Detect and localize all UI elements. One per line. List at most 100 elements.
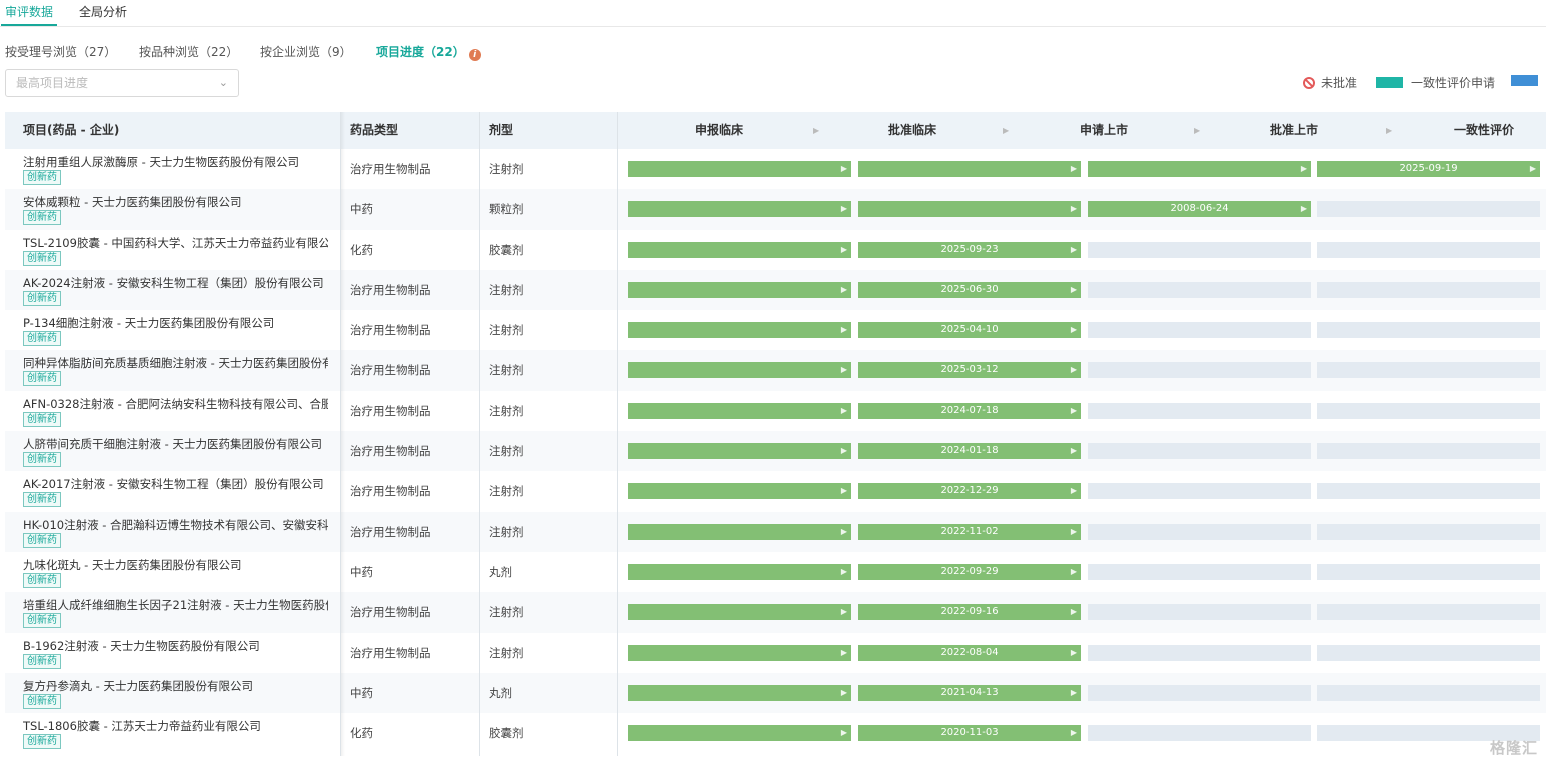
subtab-by-company[interactable]: 按企业浏览（9） xyxy=(260,43,352,60)
project-name[interactable]: P-134细胞注射液 - 天士力医药集团股份有限公司 xyxy=(23,315,328,331)
stage-bar[interactable]: 2022-11-02 xyxy=(858,523,1081,540)
stage-bar[interactable] xyxy=(628,483,851,500)
stage-bar[interactable] xyxy=(628,443,851,460)
stage-bar[interactable] xyxy=(1317,604,1540,621)
stage-bar[interactable]: 2024-01-18 xyxy=(858,443,1081,460)
tab-global-analysis[interactable]: 全局分析 xyxy=(79,3,127,20)
table-row[interactable]: P-134细胞注射液 - 天士力医药集团股份有限公司创新药 治疗用生物制品 注射剂 2… xyxy=(5,310,1546,350)
table-row[interactable]: 注射用重组人尿激酶原 - 天士力生物医药股份有限公司创新药 治疗用生物制品 注射剂 2… xyxy=(5,149,1546,189)
stage-bar[interactable]: 2024-07-18 xyxy=(858,402,1081,419)
subtab-by-variety[interactable]: 按品种浏览（22） xyxy=(139,43,238,60)
project-name[interactable]: 九味化斑丸 - 天士力医药集团股份有限公司 xyxy=(23,557,328,573)
stage-bar[interactable] xyxy=(628,563,851,580)
project-name[interactable]: 同种异体脂肪间充质基质细胞注射液 - 天士力医药集团股份有限公司 xyxy=(23,355,328,371)
stage-bar[interactable] xyxy=(1088,362,1311,379)
table-row[interactable]: AK-2024注射液 - 安徽安科生物工程（集团）股份有限公司 创新药 治疗用生物制… xyxy=(5,269,1546,311)
project-name[interactable]: TSL-1806胶囊 - 江苏天士力帝益药业有限公司 xyxy=(23,718,328,734)
stage-bar[interactable] xyxy=(858,201,1081,218)
stage-bar[interactable] xyxy=(1088,563,1311,580)
stage-bar[interactable]: 2021-04-13 xyxy=(858,684,1081,701)
stage-bar[interactable] xyxy=(1317,201,1540,218)
project-name[interactable]: AK-2017注射液 - 安徽安科生物工程（集团）股份有限公司 xyxy=(23,476,328,492)
table-row[interactable]: 同种异体脂肪间充质基质细胞注射液 - 天士力医药集团股份有限公司创新药 治疗用生物… xyxy=(5,350,1546,391)
stage-bar[interactable]: 2025-06-30 xyxy=(858,281,1081,298)
tab-review-data[interactable]: 审评数据 xyxy=(0,3,58,26)
stage-bar[interactable]: 2022-09-16 xyxy=(858,604,1081,621)
stage-bar[interactable]: 2025-09-19 xyxy=(1317,161,1540,177)
table-row[interactable]: 安体威颗粒 - 天士力医药集团股份有限公司创新药 中药 颗粒剂 2008-06-24 xyxy=(5,189,1546,230)
stage-bar[interactable] xyxy=(1317,322,1540,339)
table-row[interactable]: 人脐带间充质干细胞注射液 - 天士力医药集团股份有限公司 创新药 治疗用生物制品 注射… xyxy=(5,431,1546,472)
table-row[interactable]: AK-2017注射液 - 安徽安科生物工程（集团）股份有限公司 创新药 治疗用生物制… xyxy=(5,471,1546,511)
stage-bar[interactable] xyxy=(628,402,851,419)
project-name[interactable]: HK-010注射液 - 合肥瀚科迈博生物技术有限公司、安徽安科 xyxy=(23,517,328,533)
stage-bar[interactable] xyxy=(1317,362,1540,379)
stage-bar[interactable]: 2025-09-23 xyxy=(858,241,1081,258)
table-row[interactable]: 九味化斑丸 - 天士力医药集团股份有限公司创新药 中药 丸剂 2022-09-29 xyxy=(5,552,1546,592)
stage-bar[interactable] xyxy=(1317,443,1540,460)
stage-bar[interactable] xyxy=(628,241,851,258)
stage-bar[interactable] xyxy=(1088,725,1311,742)
stage-bar[interactable] xyxy=(1088,161,1311,177)
max-progress-select[interactable]: 最高项目进度 ⌄ xyxy=(5,69,239,97)
stage-bar[interactable] xyxy=(1088,604,1311,621)
stage-bar[interactable]: 2022-08-04 xyxy=(858,644,1081,661)
project-name[interactable]: 注射用重组人尿激酶原 - 天士力生物医药股份有限公司 xyxy=(23,154,328,170)
stage-bar[interactable]: 2025-03-12 xyxy=(858,362,1081,379)
stage-bar[interactable] xyxy=(628,604,851,621)
project-name[interactable]: AFN-0328注射液 - 合肥阿法纳安科生物科技有限公司、合肥 xyxy=(23,396,328,412)
stage-bar[interactable] xyxy=(1317,644,1540,661)
stage-bar[interactable] xyxy=(1317,523,1540,540)
subtab-by-acceptance-number[interactable]: 按受理号浏览（27） xyxy=(5,43,116,60)
table-row[interactable]: 培重组人成纤维细胞生长因子21注射液 - 天士力生物医药股份有限公司创新药 治疗用… xyxy=(5,592,1546,633)
table-row[interactable]: TSL-1806胶囊 - 江苏天士力帝益药业有限公司创新药 化药 胶囊剂 2020-1… xyxy=(5,713,1546,753)
table-row[interactable]: TSL-2109胶囊 - 中国药科大学、江苏天士力帝益药业有限公司 创新药 化药 胶囊… xyxy=(5,230,1546,270)
stage-bar[interactable] xyxy=(1088,402,1311,419)
stage-bar[interactable] xyxy=(628,644,851,661)
stage-bar[interactable]: 2022-12-29 xyxy=(858,483,1081,500)
stage-bar[interactable] xyxy=(858,161,1081,177)
stage-bar[interactable] xyxy=(1317,281,1540,298)
stage-bar[interactable] xyxy=(1088,644,1311,661)
table-row[interactable]: 复方丹参滴丸 - 天士力医药集团股份有限公司创新药 中药 丸剂 2021-04-13 xyxy=(5,672,1546,714)
stage-bar[interactable]: 2022-09-29 xyxy=(858,563,1081,580)
stage-bar[interactable] xyxy=(1088,443,1311,460)
stage-bar[interactable] xyxy=(1317,684,1540,701)
stage-bar[interactable] xyxy=(628,201,851,218)
stage-bar[interactable] xyxy=(628,684,851,701)
project-name[interactable]: 人脐带间充质干细胞注射液 - 天士力医药集团股份有限公司 xyxy=(23,436,328,452)
stage-bar[interactable] xyxy=(1317,241,1540,258)
project-name[interactable]: 安体威颗粒 - 天士力医药集团股份有限公司 xyxy=(23,194,328,210)
stage-bar[interactable] xyxy=(628,322,851,339)
table-row[interactable]: HK-010注射液 - 合肥瀚科迈博生物技术有限公司、安徽安科 创新药 治疗用生物制… xyxy=(5,511,1546,552)
stage-bar[interactable]: 2025-04-10 xyxy=(858,322,1081,339)
stage-bar[interactable] xyxy=(1088,483,1311,500)
stage-bar[interactable] xyxy=(1317,563,1540,580)
stage-bar[interactable]: 2008-06-24 xyxy=(1088,201,1311,218)
stage-bar[interactable] xyxy=(1088,523,1311,540)
stage-bar[interactable] xyxy=(1088,281,1311,298)
project-name[interactable]: B-1962注射液 - 天士力生物医药股份有限公司 xyxy=(23,638,328,654)
project-name[interactable]: AK-2024注射液 - 安徽安科生物工程（集团）股份有限公司 xyxy=(23,275,328,291)
table-row[interactable]: B-1962注射液 - 天士力生物医药股份有限公司创新药 治疗用生物制品 注射剂 20… xyxy=(5,633,1546,673)
stage-bar[interactable] xyxy=(1088,241,1311,258)
subtab-project-progress[interactable]: 项目进度（22） i xyxy=(376,43,481,61)
stage-bar[interactable] xyxy=(628,281,851,298)
dosage-form-cell: 注射剂 xyxy=(489,323,524,338)
project-name[interactable]: 培重组人成纤维细胞生长因子21注射液 - 天士力生物医药股份有限公司 xyxy=(23,597,328,613)
stage-bar[interactable] xyxy=(1317,402,1540,419)
stage-bar[interactable] xyxy=(1088,322,1311,339)
project-name[interactable]: 复方丹参滴丸 - 天士力医药集团股份有限公司 xyxy=(23,678,328,694)
top-tab-bar: 审评数据 全局分析 xyxy=(0,0,1546,27)
stage-bar[interactable]: 2020-11-03 xyxy=(858,725,1081,742)
stage-bar[interactable] xyxy=(628,523,851,540)
stage-bar[interactable] xyxy=(628,161,851,177)
info-icon[interactable]: i xyxy=(468,49,481,61)
table-row[interactable]: AFN-0328注射液 - 合肥阿法纳安科生物科技有限公司、合肥 创新药 治疗用生物… xyxy=(5,391,1546,431)
stage-bar[interactable] xyxy=(1088,684,1311,701)
stage-bar[interactable] xyxy=(1317,483,1540,500)
project-name[interactable]: TSL-2109胶囊 - 中国药科大学、江苏天士力帝益药业有限公司 xyxy=(23,235,328,251)
drug-type-cell: 治疗用生物制品 xyxy=(350,484,431,499)
stage-bar[interactable] xyxy=(628,725,851,742)
stage-bar[interactable] xyxy=(628,362,851,379)
